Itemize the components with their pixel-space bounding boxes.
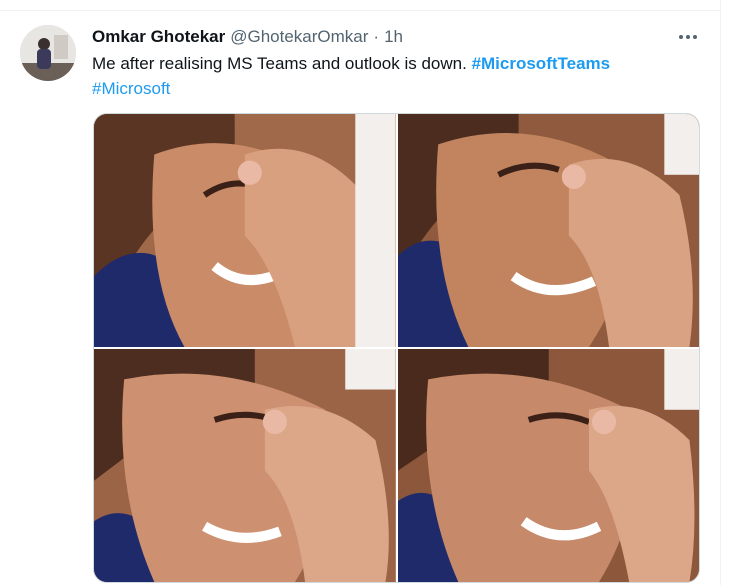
more-horizontal-icon <box>679 35 697 39</box>
photo-top-right[interactable] <box>397 114 699 347</box>
photo-bottom-left[interactable] <box>94 349 396 582</box>
crying-face-image <box>397 349 699 582</box>
tweet-card[interactable]: Omkar Ghotekar @GhotekarOmkar · 1h Me af… <box>0 0 721 585</box>
separator: · <box>373 27 380 46</box>
crying-face-image <box>94 349 396 582</box>
hashtag-microsoftteams[interactable]: #MicrosoftTeams <box>472 54 611 73</box>
author-handle[interactable]: @GhotekarOmkar <box>230 26 368 48</box>
timestamp[interactable]: 1h <box>384 26 403 48</box>
media-grid[interactable] <box>93 113 700 583</box>
author-name[interactable]: Omkar Ghotekar <box>92 26 225 48</box>
more-options-button[interactable] <box>676 27 700 47</box>
divider <box>0 10 720 11</box>
hashtag-microsoft[interactable]: #Microsoft <box>92 79 170 98</box>
tweet-body: Me after realising MS Teams and outlook … <box>92 54 467 73</box>
tweet-text: Me after realising MS Teams and outlook … <box>92 51 692 101</box>
avatar-image <box>20 25 76 81</box>
photo-top-left[interactable] <box>94 114 396 347</box>
avatar[interactable] <box>20 25 76 81</box>
crying-face-image <box>94 114 396 347</box>
photo-bottom-right[interactable] <box>397 349 699 582</box>
tweet-header: Omkar Ghotekar @GhotekarOmkar · 1h <box>92 26 403 48</box>
crying-face-image <box>397 114 699 347</box>
